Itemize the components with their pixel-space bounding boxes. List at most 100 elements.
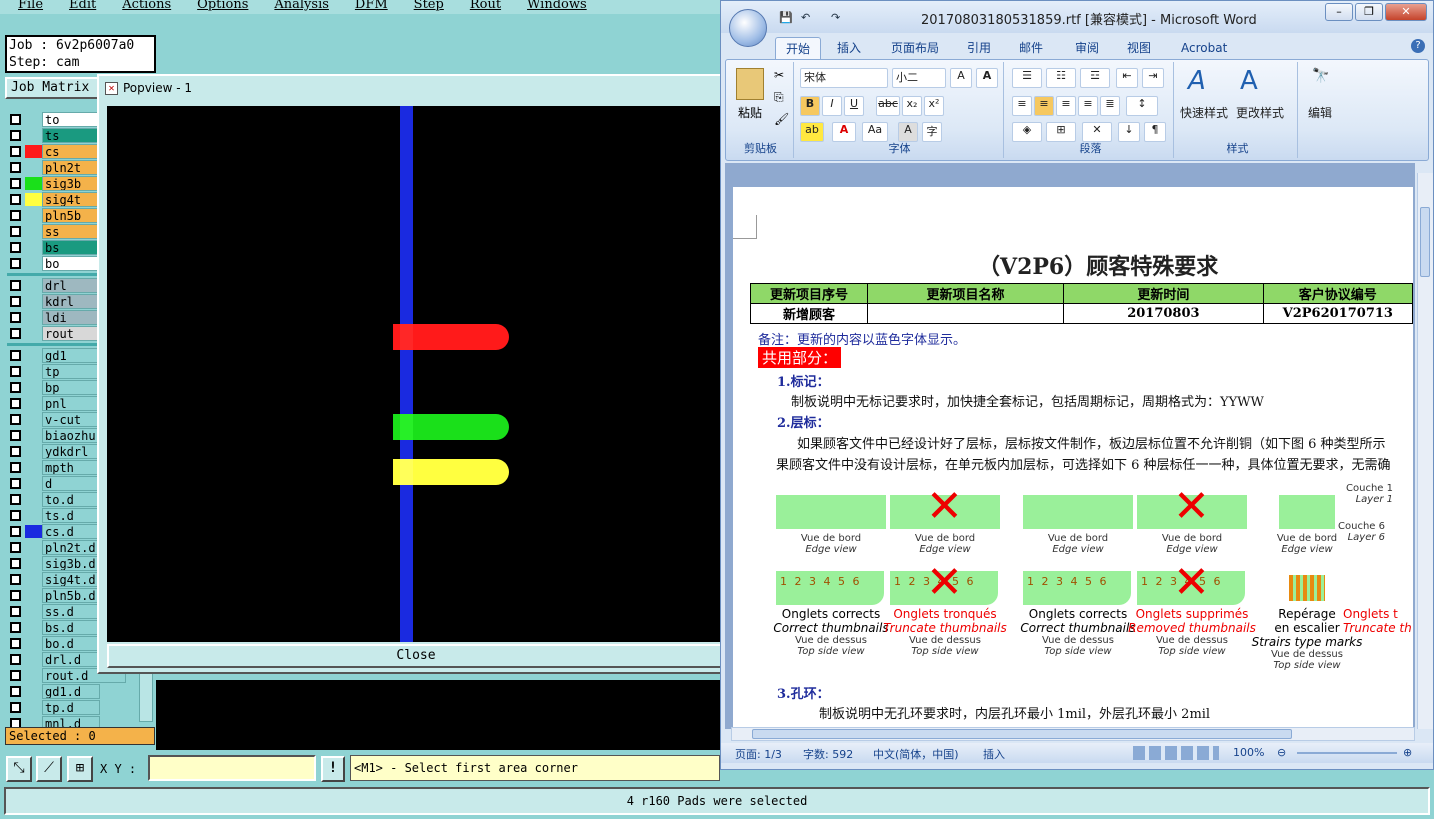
undo-icon[interactable]: ↶ — [801, 11, 815, 25]
multilevel-list-icon[interactable]: ☲ — [1080, 68, 1110, 88]
clear-format-icon[interactable]: A — [976, 68, 998, 88]
layer-checkbox[interactable] — [10, 446, 21, 457]
zoom-out-icon[interactable]: ⊖ — [1277, 746, 1286, 759]
layer-checkbox[interactable] — [10, 654, 21, 665]
layer-name[interactable]: ldi — [42, 310, 100, 325]
view-buttons[interactable] — [1133, 746, 1219, 760]
menu-item-dfm[interactable]: DFM — [355, 0, 388, 14]
layer-name[interactable]: gd1.d — [42, 684, 100, 699]
menu-item-options[interactable]: Options — [197, 0, 248, 14]
bold-button[interactable]: B — [800, 96, 820, 116]
layer-name[interactable]: bp — [42, 380, 100, 395]
layer-name[interactable]: rout — [42, 326, 100, 341]
layer-checkbox[interactable] — [10, 226, 21, 237]
layer-checkbox[interactable] — [10, 296, 21, 307]
layer-checkbox[interactable] — [10, 414, 21, 425]
status-words[interactable]: 字数: 592 — [803, 746, 853, 762]
italic-button[interactable]: I — [822, 96, 842, 116]
layer-checkbox[interactable] — [10, 686, 21, 697]
minimize-button[interactable]: – — [1325, 3, 1353, 21]
layer-name[interactable]: v-cut — [42, 412, 100, 427]
xy-input[interactable] — [148, 755, 316, 781]
layer-checkbox[interactable] — [10, 526, 21, 537]
menu-item-file[interactable]: File — [18, 0, 43, 14]
change-case-icon[interactable]: Aa — [862, 122, 888, 142]
layer-name[interactable]: ss — [42, 224, 100, 239]
menu-item-edit[interactable]: Edit — [69, 0, 96, 14]
layer-checkbox[interactable] — [10, 670, 21, 681]
layer-checkbox[interactable] — [10, 114, 21, 125]
layer-checkbox[interactable] — [10, 350, 21, 361]
layer-checkbox[interactable] — [10, 702, 21, 713]
layer-name[interactable]: drl.d — [42, 652, 100, 667]
paste-icon[interactable] — [736, 68, 764, 100]
layer-name[interactable]: to.d — [42, 492, 100, 507]
layer-name[interactable]: ss.d — [42, 604, 100, 619]
layer-checkbox[interactable] — [10, 382, 21, 393]
format-painter-icon[interactable]: 🖌 — [774, 112, 789, 126]
quick-styles-button[interactable]: 快速样式 — [1180, 104, 1228, 121]
layer-name[interactable]: pln2t — [42, 160, 100, 175]
align-left-icon[interactable]: ≡ — [1012, 96, 1032, 116]
menu-item-analysis[interactable]: Analysis — [274, 0, 329, 14]
zoom-in-icon[interactable]: ⊕ — [1403, 746, 1412, 759]
document-vscroll[interactable] — [1417, 173, 1433, 729]
layer-checkbox[interactable] — [10, 606, 21, 617]
zoom-level[interactable]: 100% — [1233, 746, 1264, 759]
editing-button[interactable]: 编辑 — [1308, 104, 1332, 121]
superscript-button[interactable]: x² — [924, 96, 944, 116]
redo-icon[interactable]: ↷ — [831, 11, 845, 25]
layer-checkbox[interactable] — [10, 146, 21, 157]
distributed-icon[interactable]: ≣ — [1100, 96, 1120, 116]
enclose-char-icon[interactable]: 字 — [922, 122, 942, 142]
line-spacing-icon[interactable]: ↕ — [1126, 96, 1158, 116]
status-insert-mode[interactable]: 插入 — [983, 746, 1005, 762]
tab-1[interactable]: 插入 — [827, 37, 871, 59]
layer-name[interactable]: drl — [42, 278, 100, 293]
layer-checkbox[interactable] — [10, 494, 21, 505]
quick-styles-icon[interactable]: A — [1188, 66, 1206, 96]
change-styles-icon[interactable]: A — [1240, 66, 1258, 96]
close-button[interactable]: Close — [107, 644, 725, 668]
font-name-select[interactable]: 宋体 — [800, 68, 888, 88]
layer-checkbox[interactable] — [10, 178, 21, 189]
borders-icon[interactable]: ⊞ — [1046, 122, 1076, 142]
font-color-icon[interactable]: A — [832, 122, 856, 142]
increase-indent-icon[interactable]: ⇥ — [1142, 68, 1164, 88]
document-hscroll[interactable] — [731, 727, 1415, 741]
status-language[interactable]: 中文(简体，中国) — [873, 746, 959, 762]
show-marks-icon[interactable]: ¶ — [1144, 122, 1166, 142]
tab-6[interactable]: 视图 — [1117, 37, 1161, 59]
tab-3[interactable]: 引用 — [957, 37, 1001, 59]
layer-checkbox[interactable] — [10, 558, 21, 569]
menu-item-rout[interactable]: Rout — [470, 0, 501, 14]
tab-5[interactable]: 审阅 — [1065, 37, 1109, 59]
zoom-slider[interactable] — [1297, 752, 1397, 754]
layer-name[interactable]: sig3b — [42, 176, 100, 191]
status-page[interactable]: 页面: 1/3 — [735, 746, 782, 762]
layer-name[interactable]: ts — [42, 128, 100, 143]
layer-name[interactable]: mpth — [42, 460, 100, 475]
layer-name[interactable]: bo — [42, 256, 100, 271]
layer-checkbox[interactable] — [10, 478, 21, 489]
cut-icon[interactable]: ✂ — [774, 68, 784, 82]
layer-name[interactable]: ts.d — [42, 508, 100, 523]
graphic-area[interactable] — [156, 680, 720, 750]
layer-row[interactable]: tp.d — [5, 700, 125, 715]
menu-item-step[interactable]: Step — [414, 0, 444, 14]
layer-checkbox[interactable] — [10, 280, 21, 291]
layer-name[interactable]: bs — [42, 240, 100, 255]
layer-checkbox[interactable] — [10, 430, 21, 441]
tab-7[interactable]: Acrobat — [1171, 37, 1237, 59]
select-area-icon[interactable]: ⤡ — [6, 756, 32, 782]
layer-name[interactable]: cs.d — [42, 524, 100, 539]
help-icon[interactable]: ? — [1411, 39, 1425, 53]
decrease-indent-icon[interactable]: ⇤ — [1116, 68, 1138, 88]
sort-icon[interactable]: ↓ — [1118, 122, 1140, 142]
menu-item-windows[interactable]: Windows — [527, 0, 587, 14]
layer-name[interactable]: to — [42, 112, 100, 127]
align-center-icon[interactable]: ≡ — [1034, 96, 1054, 116]
align-right-icon[interactable]: ≡ — [1056, 96, 1076, 116]
numbering-icon[interactable]: ☷ — [1046, 68, 1076, 88]
layer-checkbox[interactable] — [10, 462, 21, 473]
